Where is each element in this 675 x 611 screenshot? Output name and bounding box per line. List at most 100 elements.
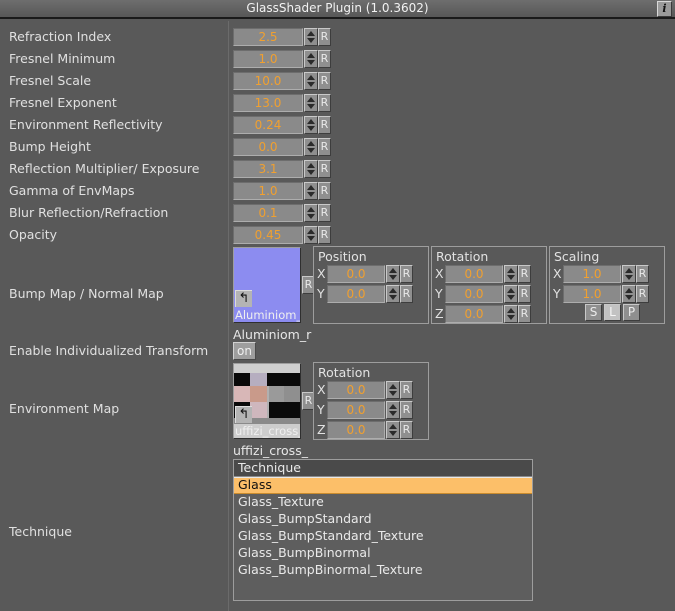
technique-listbox[interactable]: Technique Glass Glass_Texture Glass_Bump… xyxy=(233,459,533,601)
param-reset-blur-reflection-refraction[interactable]: R xyxy=(318,204,331,222)
environment-map-rotation-z-reset[interactable]: R xyxy=(400,421,413,439)
param-value-fresnel-scale[interactable]: 10.0 xyxy=(233,72,303,90)
bump-map-thumbnail[interactable]: ↰ Aluminiom_r xyxy=(233,247,301,323)
param-value-reflection-multiplier-exposure[interactable]: 3.1 xyxy=(233,160,303,178)
param-value-bump-height[interactable]: 0.0 xyxy=(233,138,303,156)
bump-map-scaling-group: Scaling X 1.0 R Y 1.0 R S L P xyxy=(549,246,665,324)
param-value-environment-reflectivity[interactable]: 0.24 xyxy=(233,116,303,134)
info-icon[interactable]: i xyxy=(657,1,672,17)
environment-map-rotation-y-axis: Y xyxy=(317,402,325,417)
param-value-fresnel-exponent[interactable]: 13.0 xyxy=(233,94,303,112)
bump-map-browse-icon[interactable]: ↰ xyxy=(235,290,252,307)
param-reset-refraction-index[interactable]: R xyxy=(318,28,331,46)
bump-map-scaling-y-axis: Y xyxy=(553,286,561,301)
environment-map-rotation-x-value[interactable]: 0.0 xyxy=(327,381,385,399)
environment-map-rotation-z-spinner[interactable] xyxy=(386,421,400,439)
param-label-blur-reflection-refraction: Blur Reflection/Refraction xyxy=(9,205,169,220)
param-value-blur-reflection-refraction[interactable]: 0.1 xyxy=(233,204,303,222)
param-value-fresnel-minimum[interactable]: 1.0 xyxy=(233,50,303,68)
param-reset-fresnel-exponent[interactable]: R xyxy=(318,94,331,112)
param-reset-bump-height[interactable]: R xyxy=(318,138,331,156)
param-reset-gamma-of-envmaps[interactable]: R xyxy=(318,182,331,200)
bump-map-position-y-value[interactable]: 0.0 xyxy=(327,285,385,303)
param-spinner-environment-reflectivity[interactable] xyxy=(304,116,318,134)
bump-map-rotation-x-reset[interactable]: R xyxy=(518,265,531,283)
param-spinner-opacity[interactable] xyxy=(304,226,318,244)
param-spinner-bump-height[interactable] xyxy=(304,138,318,156)
bump-map-scaling-x-spinner[interactable] xyxy=(622,265,636,283)
list-item[interactable]: Glass_BumpBinormal_Texture xyxy=(234,562,532,579)
param-label-reflection-multiplier-exposure: Reflection Multiplier/ Exposure xyxy=(9,161,200,176)
bump-map-position-x-reset[interactable]: R xyxy=(400,265,413,283)
bump-map-position-x-value[interactable]: 0.0 xyxy=(327,265,385,283)
bump-map-position-title: Position xyxy=(318,249,367,264)
environment-map-rotation-y-spinner[interactable] xyxy=(386,401,400,419)
bump-map-scaling-x-reset[interactable]: R xyxy=(636,265,649,283)
param-reset-fresnel-scale[interactable]: R xyxy=(318,72,331,90)
list-item[interactable]: Glass_Texture xyxy=(234,494,532,511)
param-spinner-refraction-index[interactable] xyxy=(304,28,318,46)
bump-map-thumbnail-caption: Aluminiom_r xyxy=(235,308,300,322)
environment-map-thumbnail[interactable]: ↰ uffizi_cross_ xyxy=(233,363,301,439)
environment-map-rotation-x-axis: X xyxy=(317,382,326,397)
environment-map-browse-icon[interactable]: ↰ xyxy=(235,406,252,423)
environment-map-rotation-y-value[interactable]: 0.0 xyxy=(327,401,385,419)
technique-label: Technique xyxy=(9,524,72,539)
param-spinner-fresnel-scale[interactable] xyxy=(304,72,318,90)
param-label-fresnel-minimum: Fresnel Minimum xyxy=(9,51,116,66)
bump-map-position-y-reset[interactable]: R xyxy=(400,285,413,303)
param-reset-environment-reflectivity[interactable]: R xyxy=(318,116,331,134)
scaling-mode-p-button[interactable]: P xyxy=(623,304,640,321)
param-spinner-fresnel-exponent[interactable] xyxy=(304,94,318,112)
environment-map-rotation-y-reset[interactable]: R xyxy=(400,401,413,419)
bump-map-rotation-title: Rotation xyxy=(436,249,489,264)
param-spinner-fresnel-minimum[interactable] xyxy=(304,50,318,68)
param-value-opacity[interactable]: 0.45 xyxy=(233,226,303,244)
individualized-transform-label: Enable Individualized Transform xyxy=(9,343,209,358)
window-titlebar: GlassShader Plugin (1.0.3602) i xyxy=(0,0,675,19)
param-spinner-blur-reflection-refraction[interactable] xyxy=(304,204,318,222)
bump-map-rotation-y-spinner[interactable] xyxy=(504,285,518,303)
bump-map-rotation-z-value[interactable]: 0.0 xyxy=(445,305,503,323)
bump-map-scaling-y-spinner[interactable] xyxy=(622,285,636,303)
bump-map-scaling-x-value[interactable]: 1.0 xyxy=(563,265,621,283)
bump-map-rotation-z-spinner[interactable] xyxy=(504,305,518,323)
scaling-mode-s-button[interactable]: S xyxy=(585,304,602,321)
bump-map-rotation-x-spinner[interactable] xyxy=(504,265,518,283)
scaling-mode-l-button[interactable]: L xyxy=(604,304,621,321)
environment-map-rotation-x-spinner[interactable] xyxy=(386,381,400,399)
list-item[interactable]: Glass_BumpStandard xyxy=(234,511,532,528)
bump-map-rotation-z-reset[interactable]: R xyxy=(518,305,531,323)
list-item[interactable]: Glass xyxy=(234,477,532,494)
bump-map-rotation-y-value[interactable]: 0.0 xyxy=(445,285,503,303)
param-value-gamma-of-envmaps[interactable]: 1.0 xyxy=(233,182,303,200)
bump-map-rotation-x-axis: X xyxy=(435,266,444,281)
param-label-environment-reflectivity: Environment Reflectivity xyxy=(9,117,163,132)
bump-map-scaling-y-reset[interactable]: R xyxy=(636,285,649,303)
param-spinner-gamma-of-envmaps[interactable] xyxy=(304,182,318,200)
environment-map-label: Environment Map xyxy=(9,401,120,416)
environment-map-texture-name: uffizi_cross_ xyxy=(233,443,308,458)
bump-map-position-x-axis: X xyxy=(317,266,326,281)
list-item[interactable]: Glass_BumpBinormal xyxy=(234,545,532,562)
individualized-transform-toggle[interactable]: on xyxy=(233,342,256,360)
bump-map-position-y-spinner[interactable] xyxy=(386,285,400,303)
technique-list-header: Technique xyxy=(234,460,532,477)
environment-map-rotation-z-value[interactable]: 0.0 xyxy=(327,421,385,439)
environment-map-rotation-x-reset[interactable]: R xyxy=(400,381,413,399)
param-reset-fresnel-minimum[interactable]: R xyxy=(318,50,331,68)
bump-map-rotation-x-value[interactable]: 0.0 xyxy=(445,265,503,283)
param-value-refraction-index[interactable]: 2.5 xyxy=(233,28,303,46)
bump-map-scaling-y-value[interactable]: 1.0 xyxy=(563,285,621,303)
bump-map-rotation-z-axis: Z xyxy=(435,306,444,321)
window-title: GlassShader Plugin (1.0.3602) xyxy=(246,1,429,15)
bump-map-position-y-axis: Y xyxy=(317,286,325,301)
param-reset-opacity[interactable]: R xyxy=(318,226,331,244)
bump-map-rotation-y-reset[interactable]: R xyxy=(518,285,531,303)
param-spinner-reflection-multiplier-exposure[interactable] xyxy=(304,160,318,178)
list-item[interactable]: Glass_BumpStandard_Texture xyxy=(234,528,532,545)
param-label-fresnel-exponent: Fresnel Exponent xyxy=(9,95,117,110)
param-reset-reflection-multiplier-exposure[interactable]: R xyxy=(318,160,331,178)
glassshader-plugin-window: GlassShader Plugin (1.0.3602) i Refracti… xyxy=(0,0,675,611)
bump-map-position-x-spinner[interactable] xyxy=(386,265,400,283)
